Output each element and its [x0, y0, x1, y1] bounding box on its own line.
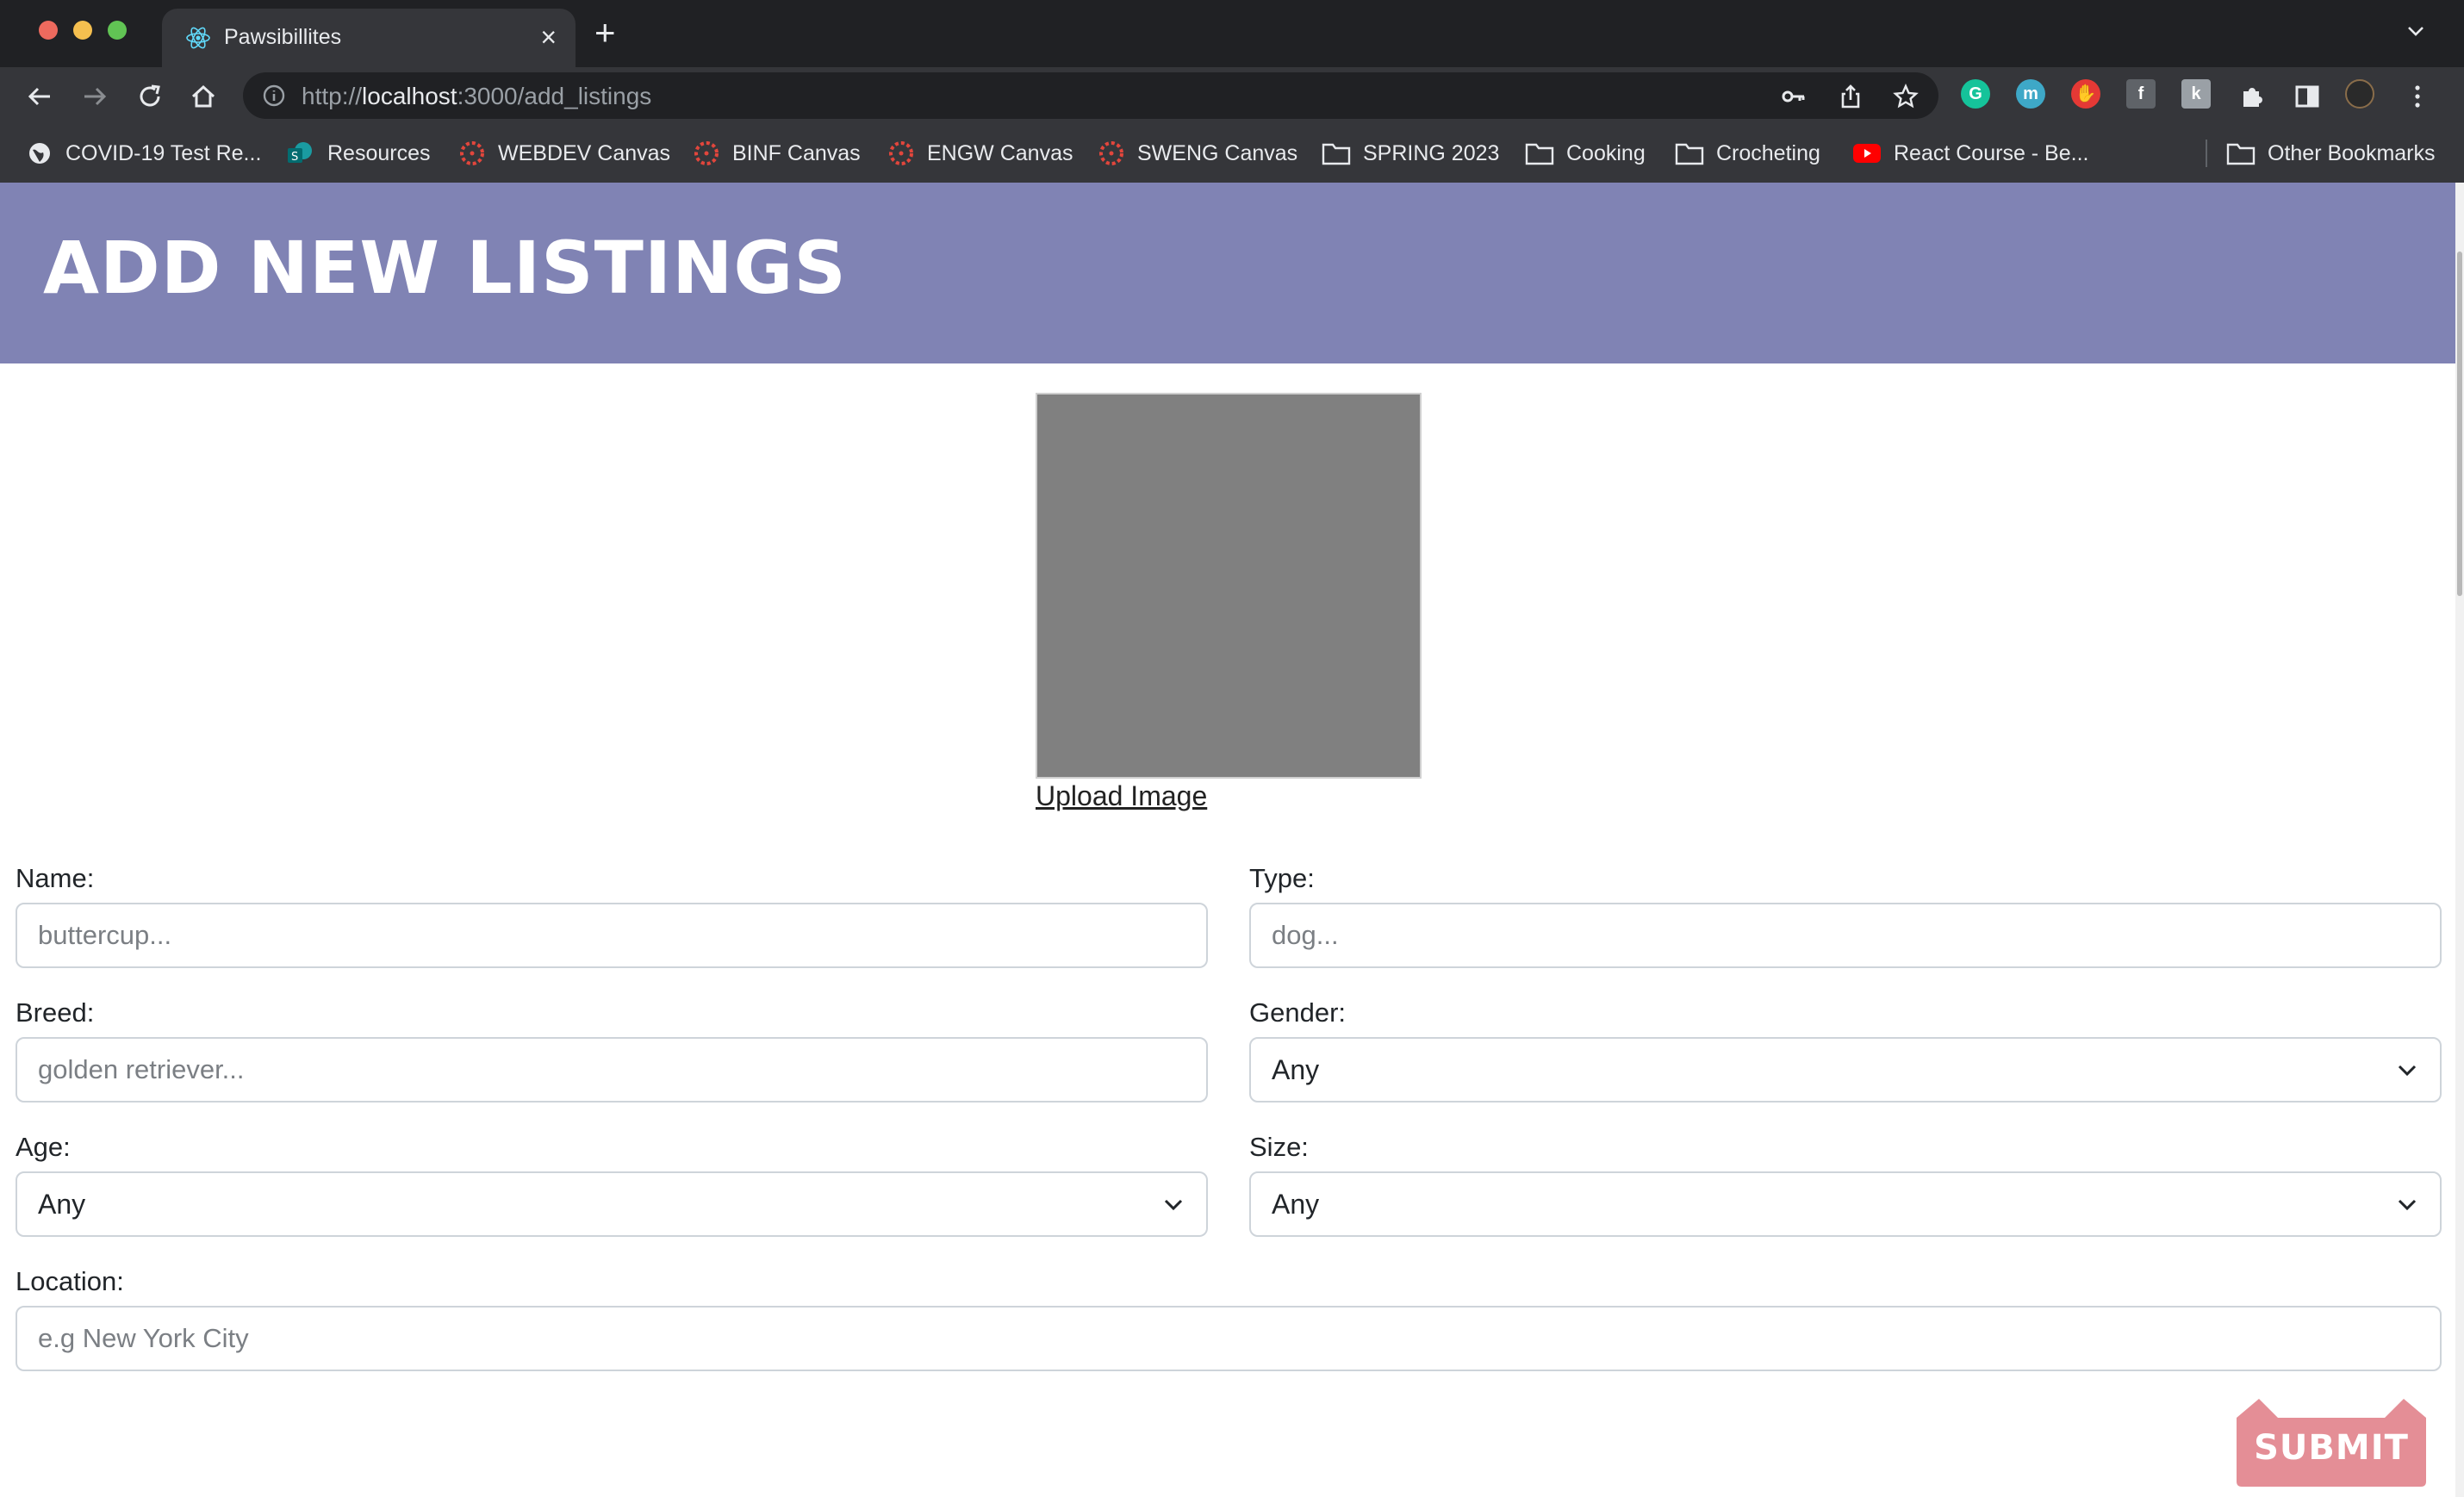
address-bar[interactable]: http://localhost:3000/add_listings — [243, 72, 1938, 119]
browser-toolbar: http://localhost:3000/add_listings G m ✋… — [0, 67, 2464, 124]
gender-label: Gender: — [1249, 997, 1347, 1028]
size-select[interactable]: Any — [1249, 1171, 2442, 1237]
canvas-icon — [889, 141, 913, 165]
forward-icon[interactable] — [79, 81, 110, 112]
minimize-window-button[interactable] — [73, 21, 92, 40]
page-content: ADD NEW LISTINGS Upload Image Name: Type… — [0, 183, 2455, 1497]
bookmark-react-course[interactable]: React Course - Be... — [1852, 134, 2088, 172]
chevron-down-icon[interactable] — [2404, 19, 2428, 43]
hand-stop-icon[interactable]: ✋ — [2071, 79, 2100, 109]
bookmark-label: SWENG Canvas — [1137, 140, 1298, 165]
maximize-window-button[interactable] — [108, 21, 127, 40]
side-panel-icon[interactable] — [2292, 81, 2323, 112]
url-host: localhost — [362, 83, 457, 109]
bookmark-separator — [2206, 140, 2207, 167]
canvas-icon — [460, 141, 484, 165]
folder-icon — [2226, 143, 2256, 165]
bookmark-label: Cooking — [1566, 140, 1646, 165]
youtube-icon — [1853, 144, 1881, 163]
url-text[interactable]: http://localhost:3000/add_listings — [302, 83, 651, 110]
info-icon[interactable] — [262, 84, 286, 108]
folder-icon — [1322, 143, 1351, 165]
new-tab-icon[interactable]: + — [594, 14, 616, 52]
bookmark-label: COVID-19 Test Re... — [65, 140, 262, 165]
m-extension-icon[interactable]: m — [2016, 79, 2045, 109]
share-icon[interactable] — [1837, 83, 1864, 110]
bookmark-folder-spring-2023[interactable]: SPRING 2023 — [1322, 134, 1499, 172]
breed-input[interactable] — [16, 1037, 1208, 1103]
location-input[interactable] — [16, 1306, 2442, 1371]
react-icon — [186, 27, 210, 49]
bookmark-webdev-canvas[interactable]: WEBDEV Canvas — [458, 134, 670, 172]
bookmark-label: Resources — [327, 140, 431, 165]
more-menu-icon[interactable] — [2402, 81, 2433, 112]
key-icon[interactable] — [1780, 83, 1808, 110]
name-input[interactable] — [16, 903, 1208, 968]
folder-icon — [1525, 143, 1554, 165]
url-scheme: http:// — [302, 83, 363, 109]
bookmark-label: ENGW Canvas — [927, 140, 1073, 165]
tab-title: Pawsibillites — [224, 25, 342, 49]
name-label: Name: — [16, 863, 95, 893]
type-label: Type: — [1249, 863, 1315, 893]
active-tab[interactable]: Pawsibillites × — [162, 9, 576, 67]
globe-icon — [29, 143, 50, 164]
upload-image-link[interactable]: Upload Image — [1036, 780, 1207, 812]
canvas-icon — [1099, 141, 1123, 165]
home-icon[interactable] — [188, 81, 219, 112]
reload-icon[interactable] — [134, 81, 165, 112]
k-extension-icon[interactable]: k — [2181, 79, 2211, 109]
bookmarks-bar: COVID-19 Test Re... S Resources WEBDEV C… — [0, 124, 2464, 183]
bookmark-label: WEBDEV Canvas — [498, 140, 671, 165]
bookmark-folder-cooking[interactable]: Cooking — [1525, 134, 1646, 172]
grammarly-icon[interactable]: G — [1961, 79, 1990, 109]
bookmark-binf-canvas[interactable]: BINF Canvas — [693, 134, 861, 172]
close-tab-icon[interactable]: × — [540, 22, 557, 52]
url-path: :3000/add_listings — [457, 83, 652, 109]
bookmark-resources[interactable]: S Resources — [286, 134, 431, 172]
facebook-icon[interactable]: f — [2126, 79, 2156, 109]
bookmark-sweng-canvas[interactable]: SWENG Canvas — [1098, 134, 1297, 172]
submit-label: SUBMIT — [2254, 1428, 2409, 1468]
gender-select[interactable]: Any — [1249, 1037, 2442, 1103]
page-title: ADD NEW LISTINGS — [43, 226, 847, 310]
chevron-down-icon — [1164, 1199, 1183, 1211]
sharepoint-icon: S — [288, 142, 312, 164]
chevron-down-icon — [2398, 1065, 2417, 1077]
close-window-button[interactable] — [39, 21, 58, 40]
age-selected-value: Any — [38, 1188, 86, 1220]
bookmark-label: BINF Canvas — [732, 140, 861, 165]
page-header: ADD NEW LISTINGS — [0, 183, 2455, 363]
bookmark-covid-test[interactable]: COVID-19 Test Re... — [26, 134, 261, 172]
bookmark-other-bookmarks[interactable]: Other Bookmarks — [2226, 134, 2436, 172]
location-label: Location: — [16, 1266, 124, 1296]
submit-button[interactable]: SUBMIT — [2237, 1399, 2426, 1487]
image-preview — [1036, 393, 1422, 779]
scrollbar-thumb[interactable] — [2457, 252, 2462, 596]
browser-tab-bar: Pawsibillites × + — [0, 0, 2464, 67]
size-label: Size: — [1249, 1132, 1309, 1162]
bookmark-label: SPRING 2023 — [1363, 140, 1500, 165]
svg-text:S: S — [291, 151, 298, 164]
age-select[interactable]: Any — [16, 1171, 1208, 1237]
breed-label: Breed: — [16, 997, 95, 1028]
chevron-down-icon — [2398, 1199, 2417, 1211]
back-icon[interactable] — [24, 81, 55, 112]
puzzle-icon[interactable] — [2237, 81, 2268, 112]
canvas-icon — [694, 141, 719, 165]
scrollbar[interactable] — [2455, 183, 2464, 1497]
size-selected-value: Any — [1272, 1188, 1320, 1220]
profile-avatar[interactable] — [2345, 79, 2374, 109]
star-icon[interactable] — [1892, 83, 1920, 110]
bookmark-engw-canvas[interactable]: ENGW Canvas — [887, 134, 1073, 172]
age-label: Age: — [16, 1132, 71, 1162]
folder-icon — [1675, 143, 1704, 165]
bookmark-folder-crocheting[interactable]: Crocheting — [1675, 134, 1820, 172]
bookmark-label: Other Bookmarks — [2268, 140, 2436, 165]
bookmark-label: Crocheting — [1716, 140, 1820, 165]
bookmark-label: React Course - Be... — [1894, 140, 2089, 165]
type-input[interactable] — [1249, 903, 2442, 968]
gender-selected-value: Any — [1272, 1053, 1320, 1085]
